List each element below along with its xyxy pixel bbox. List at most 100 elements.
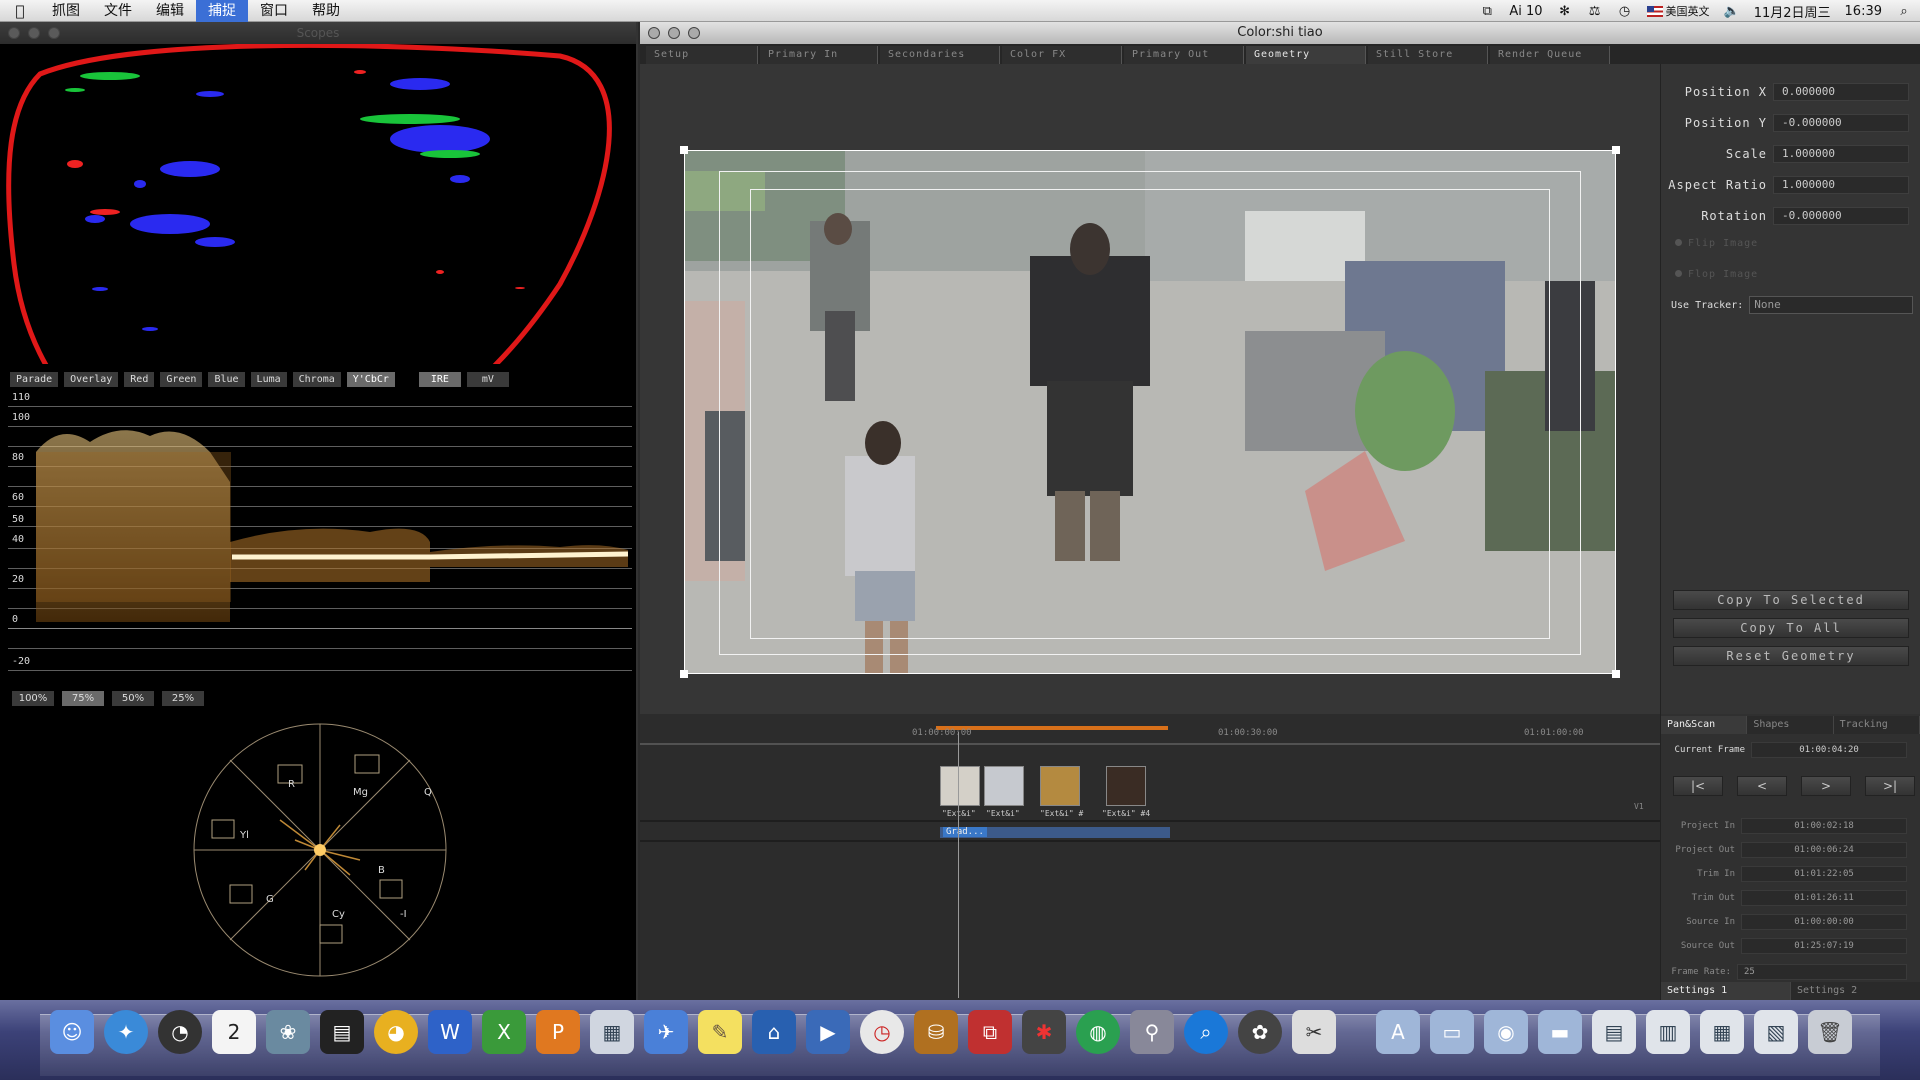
preview-icon[interactable]: ▦ [590, 1010, 634, 1054]
go-to-end-button[interactable]: >| [1865, 776, 1915, 796]
trash-icon[interactable]: 🗑 [1808, 1010, 1852, 1054]
menubar-time[interactable]: 16:39 [1845, 4, 1882, 19]
time-machine-icon[interactable]: ◷ [1617, 4, 1633, 19]
source-out-field[interactable]: 01:25:07:19 [1741, 938, 1907, 954]
folder-doc-icon[interactable]: ▭ [1430, 1010, 1474, 1054]
zoom-button[interactable] [48, 27, 60, 39]
qq-icon[interactable]: ◕ [374, 1010, 418, 1054]
folder-icon[interactable]: ▬ [1538, 1010, 1582, 1054]
quicktime-icon[interactable]: ▶ [806, 1010, 850, 1054]
window-2-icon[interactable]: ▥ [1646, 1010, 1690, 1054]
tab-primary-out[interactable]: Primary Out [1124, 46, 1244, 64]
playhead[interactable] [958, 732, 959, 998]
tab-pan-scan[interactable]: Pan&Scan [1661, 716, 1748, 734]
scopes-titlebar[interactable]: Scopes [0, 22, 636, 44]
video-frame[interactable] [684, 150, 1616, 674]
zoom-button-75[interactable]: 75% [62, 691, 104, 706]
bucket-icon[interactable]: ⛁ [914, 1010, 958, 1054]
scale-field[interactable]: 1.000000 [1773, 145, 1909, 163]
scope-button-overlay[interactable]: Overlay [64, 372, 119, 387]
search-icon[interactable]: ⌕ [1184, 1010, 1228, 1054]
dashboard-icon[interactable]: ◔ [158, 1010, 202, 1054]
resize-handle-bottom-right[interactable] [1612, 670, 1620, 678]
input-source[interactable]: 美国英文 [1646, 3, 1710, 19]
position-y-field[interactable]: -0.000000 [1773, 114, 1909, 132]
clip-thumbnail[interactable] [984, 766, 1024, 806]
scope-button-red[interactable]: Red [124, 372, 155, 387]
calendar-icon[interactable]: 2 [212, 1010, 256, 1054]
source-in-field[interactable]: 01:00:00:00 [1741, 914, 1907, 930]
menu-item-help[interactable]: 帮助 [300, 0, 352, 22]
minimize-button[interactable] [28, 27, 40, 39]
scope-button-blue[interactable]: Blue [208, 372, 245, 387]
apple-menu-icon[interactable]:  [0, 2, 40, 20]
zoom-button-100[interactable]: 100% [12, 691, 54, 706]
clip-thumbnail[interactable] [1106, 766, 1146, 806]
clip-thumbnail[interactable] [1040, 766, 1080, 806]
timeline-ruler[interactable]: 01:00:00:00 01:00:30:00 01:01:00:00 [640, 724, 1660, 745]
folder-app-icon[interactable]: A [1376, 1010, 1420, 1054]
menu-item-capture[interactable]: 捕捉 [196, 0, 248, 22]
tab-tracking[interactable]: Tracking [1833, 716, 1920, 734]
project-out-field[interactable]: 01:00:06:24 [1741, 842, 1907, 858]
mail-icon[interactable]: ✈ [644, 1010, 688, 1054]
spotlight-icon[interactable]: ⌕ [1896, 4, 1912, 19]
resize-handle-top-right[interactable] [1612, 146, 1620, 154]
iphoto-icon[interactable]: ❀ [266, 1010, 310, 1054]
menu-item-window[interactable]: 窗口 [248, 0, 300, 22]
tab-geometry[interactable]: Geometry [1246, 46, 1366, 64]
scope-button-parade[interactable]: Parade [10, 372, 59, 387]
position-x-field[interactable]: 0.000000 [1773, 83, 1909, 101]
color-titlebar[interactable]: Color:shi tiao [640, 22, 1920, 44]
volume-icon[interactable]: 🔈 [1724, 4, 1740, 19]
satellite-icon[interactable]: ⚲ [1130, 1010, 1174, 1054]
clapper-icon[interactable]: ▤ [320, 1010, 364, 1054]
minimize-button[interactable] [668, 27, 680, 39]
resize-handle-top-left[interactable] [680, 146, 688, 154]
scope-button-chroma[interactable]: Chroma [292, 372, 341, 387]
close-button[interactable] [8, 27, 20, 39]
current-frame-field[interactable]: 01:00:04:20 [1751, 742, 1907, 758]
home-icon[interactable]: ⌂ [752, 1010, 796, 1054]
project-in-field[interactable]: 01:00:02:18 [1741, 818, 1907, 834]
reset-geometry-button[interactable]: Reset Geometry [1673, 646, 1909, 666]
zoom-button-25[interactable]: 25% [162, 691, 204, 706]
safari-icon[interactable]: ✦ [104, 1010, 148, 1054]
sync-icon[interactable]: ⧉ [1479, 4, 1495, 19]
previous-frame-button[interactable]: < [1737, 776, 1787, 796]
timeline[interactable]: 01:00:00:00 01:00:30:00 01:01:00:00 "Ext… [640, 714, 1660, 1000]
scope-button-green[interactable]: Green [160, 372, 203, 387]
parallels-icon[interactable]: ⧉ [968, 1010, 1012, 1054]
color-icon[interactable]: ✿ [1238, 1010, 1282, 1054]
globe-icon[interactable]: ◍ [1076, 1010, 1120, 1054]
scope-button-ycbcr[interactable]: Y'CbCr [346, 372, 395, 387]
menu-item-file[interactable]: 文件 [92, 0, 144, 22]
zoom-button[interactable] [688, 27, 700, 39]
tab-render-queue[interactable]: Render Queue [1490, 46, 1610, 64]
window-4-icon[interactable]: ▧ [1754, 1010, 1798, 1054]
excel-icon[interactable]: X [482, 1010, 526, 1054]
rotation-field[interactable]: -0.000000 [1773, 207, 1909, 225]
unit-button-ire[interactable]: IRE [418, 372, 461, 387]
flip-image-option[interactable]: Flip Image [1675, 238, 1758, 249]
copy-to-all-button[interactable]: Copy To All [1673, 618, 1909, 638]
spider-icon[interactable]: ✱ [1022, 1010, 1066, 1054]
next-frame-button[interactable]: > [1801, 776, 1851, 796]
word-icon[interactable]: W [428, 1010, 472, 1054]
tab-color-fx[interactable]: Color FX [1002, 46, 1122, 64]
unit-button-mv[interactable]: mV [466, 372, 509, 387]
scissors-icon[interactable]: ✂ [1292, 1010, 1336, 1054]
bluetooth-icon[interactable]: ✻ [1557, 4, 1573, 19]
stickies-icon[interactable]: ✎ [698, 1010, 742, 1054]
finder-icon[interactable]: ☺ [50, 1010, 94, 1054]
tab-settings-1[interactable]: Settings 1 [1661, 982, 1791, 1000]
menu-item-edit[interactable]: 编辑 [144, 0, 196, 22]
flop-image-option[interactable]: Flop Image [1675, 269, 1758, 280]
clock-icon[interactable]: ◷ [860, 1010, 904, 1054]
powerpoint-icon[interactable]: P [536, 1010, 580, 1054]
clip-thumbnail[interactable] [940, 766, 980, 806]
scale-icon[interactable]: ⚖ [1587, 4, 1603, 19]
trim-in-field[interactable]: 01:01:22:05 [1741, 866, 1907, 882]
aspect-ratio-field[interactable]: 1.000000 [1773, 176, 1909, 194]
menu-item-capture-tool[interactable]: 抓图 [40, 0, 92, 22]
